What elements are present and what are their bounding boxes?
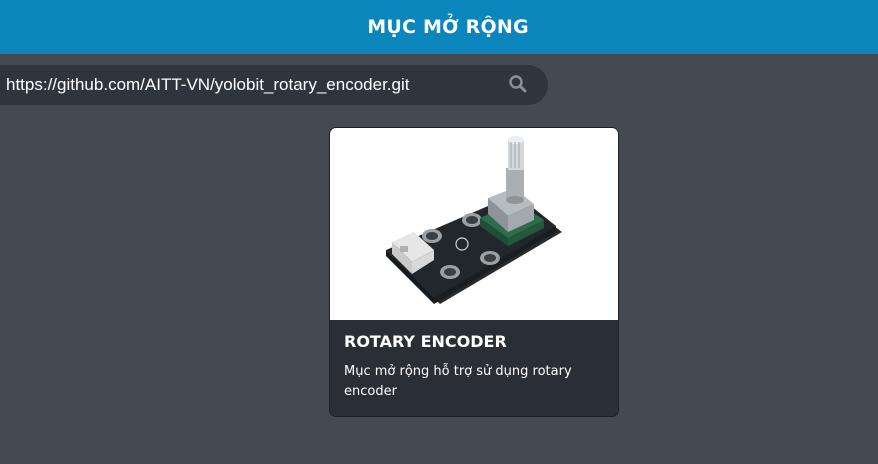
extension-image [330,128,618,320]
search-bar[interactable] [0,65,548,105]
extension-card-body: ROTARY ENCODER Mục mở rộng hỗ trợ sử dụn… [330,320,618,416]
search-input[interactable] [6,74,486,96]
extension-card[interactable]: ROTARY ENCODER Mục mở rộng hỗ trợ sử dụn… [329,127,619,417]
rotary-encoder-module-image [386,136,562,304]
page-title: MỤC MỞ RỘNG [367,16,529,38]
search-icon[interactable] [508,74,528,94]
extension-title: ROTARY ENCODER [344,332,507,351]
app-header: MỤC MỞ RỘNG [0,0,878,54]
extension-description: Mục mở rộng hỗ trợ sử dụng rotary encode… [344,364,572,399]
